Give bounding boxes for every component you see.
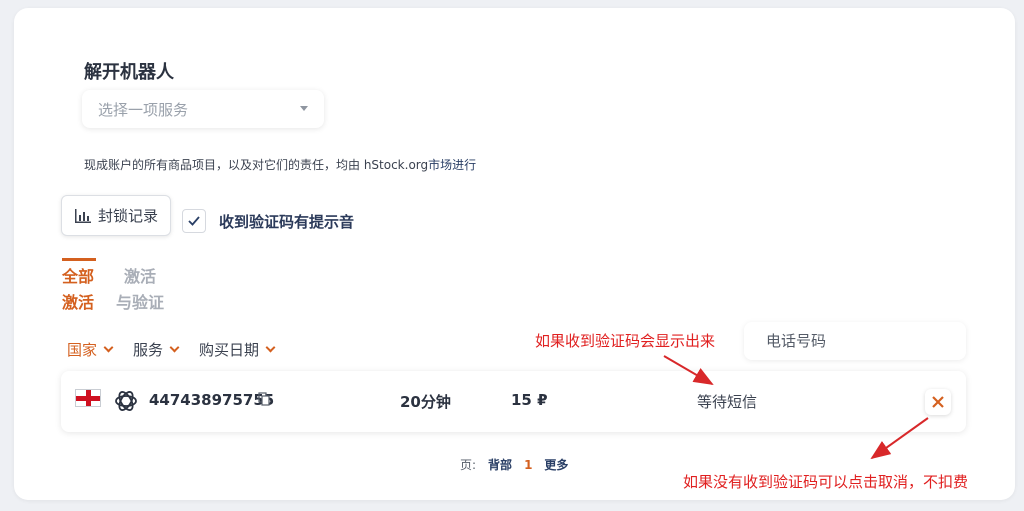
check-icon (188, 216, 200, 226)
service-select-placeholder: 选择一项服务 (98, 100, 189, 119)
bar-chart-icon (74, 208, 91, 223)
order-duration: 20分钟 (400, 393, 451, 411)
openai-icon (115, 391, 137, 411)
active-tab-indicator (62, 258, 96, 261)
tab-activation-verification[interactable]: 激活 与验证 (116, 264, 176, 316)
pagination-more[interactable]: 更多 (544, 456, 568, 473)
service-select[interactable]: 选择一项服务 (82, 90, 324, 128)
annotation-code-display: 如果收到验证码会显示出来 (535, 332, 716, 350)
pagination-current[interactable]: 1 (524, 458, 532, 472)
order-price: 15 ₽ (511, 391, 548, 409)
england-flag-icon (75, 389, 101, 407)
filter-date-label: 购买日期 (199, 341, 260, 359)
disclaimer: 现成账户的所有商品项目，以及对它们的责任，均由 hStock.org市场进行 (84, 156, 476, 173)
page-title: 解开机器人 (84, 62, 174, 83)
block-log-button[interactable]: 封锁记录 (61, 195, 171, 236)
cancel-order-button[interactable] (925, 389, 951, 415)
phone-search-input[interactable] (744, 322, 966, 360)
caret-down-icon (300, 106, 308, 111)
tab-verify-line1: 激活 (124, 267, 157, 286)
tab-all-line1: 全部 (62, 267, 95, 286)
filter-service-label: 服务 (133, 341, 164, 359)
disclaimer-text: 现成账户的所有商品项目，以及对它们的责任，均由 hStock.org (84, 158, 429, 172)
filter-purchase-date[interactable]: 购买日期 (199, 339, 276, 360)
phone-number: 447438975755 (149, 391, 275, 409)
chevron-down-icon (265, 342, 276, 353)
filter-country[interactable]: 国家 (67, 339, 114, 360)
disclaimer-link[interactable]: 市场进行 (428, 158, 476, 172)
pagination-back[interactable]: 背部 (488, 456, 512, 473)
pagination: 页: 背部 1 更多 (460, 456, 568, 473)
order-status: 等待短信 (697, 393, 758, 411)
chevron-down-icon (169, 342, 180, 353)
sound-checkbox[interactable] (182, 209, 206, 233)
annotation-cancel: 如果没有收到验证码可以点击取消，不扣费 (683, 473, 969, 491)
tab-all-activation[interactable]: 全部 激活 (62, 264, 102, 316)
tab-all-line2: 激活 (62, 293, 95, 312)
filter-service[interactable]: 服务 (133, 339, 180, 360)
sound-checkbox-label[interactable]: 收到验证码有提示音 (219, 211, 354, 232)
filter-country-label: 国家 (67, 341, 98, 359)
block-log-label: 封锁记录 (97, 207, 158, 225)
tab-verify-line2: 与验证 (116, 293, 165, 312)
pagination-label: 页: (460, 458, 477, 472)
order-row: 447438975755 20分钟 15 ₽ 等待短信 (61, 371, 966, 432)
copy-icon[interactable] (258, 392, 270, 406)
chevron-down-icon (103, 342, 114, 353)
close-icon (932, 396, 944, 408)
